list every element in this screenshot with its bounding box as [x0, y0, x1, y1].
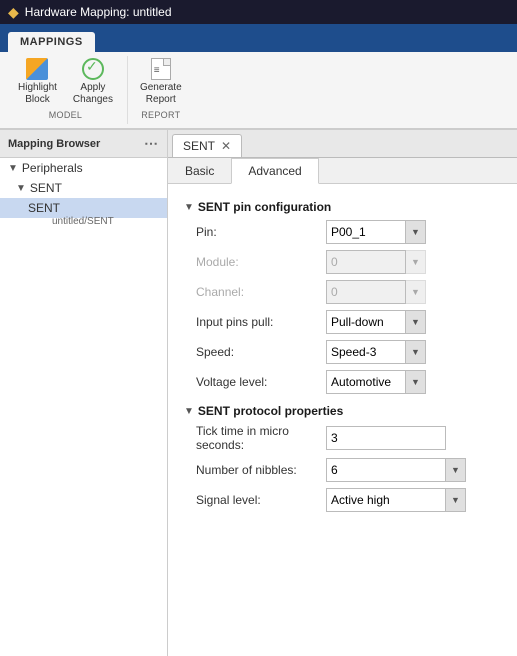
sub-tab-advanced[interactable]: Advanced: [231, 158, 318, 184]
sidebar-item-sent-sublabel: untitled/SENT: [0, 216, 167, 227]
tab-mappings[interactable]: MAPPINGS: [8, 32, 95, 52]
signal-level-btn[interactable]: ▼: [446, 488, 466, 512]
pin-config-arrow: ▼: [184, 202, 194, 213]
model-group-label: MODEL: [49, 110, 83, 120]
voltage-level-select[interactable]: Automotive: [326, 370, 406, 394]
form-content: ▼ SENT pin configuration Pin: P00_1 ▼ Mo…: [168, 184, 517, 656]
model-buttons: HighlightBlock ApplyChanges: [12, 56, 119, 108]
sidebar-item-peripherals[interactable]: ▼ Peripherals: [0, 158, 167, 178]
speed-row: Speed: Speed-3 ▼: [184, 340, 501, 364]
protocol-arrow: ▼: [184, 406, 194, 417]
voltage-level-row: Voltage level: Automotive ▼: [184, 370, 501, 394]
module-label: Module:: [196, 255, 326, 269]
sent-item-label: SENT: [28, 201, 60, 215]
pin-config-title: SENT pin configuration: [198, 200, 331, 214]
input-pins-pull-btn[interactable]: ▼: [406, 310, 426, 334]
num-nibbles-label: Number of nibbles:: [196, 463, 326, 477]
num-nibbles-select[interactable]: 6: [326, 458, 446, 482]
speed-select[interactable]: Speed-3: [326, 340, 406, 364]
sent-tab-close[interactable]: ✕: [221, 139, 231, 153]
voltage-level-label: Voltage level:: [196, 375, 326, 389]
highlight-block-label: HighlightBlock: [18, 82, 57, 106]
speed-control: Speed-3 ▼: [326, 340, 426, 364]
input-pins-pull-select[interactable]: Pull-down: [326, 310, 406, 334]
channel-row: Channel: 0 ▼: [184, 280, 501, 304]
sidebar: Mapping Browser ⋯ ▼ Peripherals ▼ SENT S…: [0, 130, 168, 656]
pin-select-btn[interactable]: ▼: [406, 220, 426, 244]
sent-tab[interactable]: SENT ✕: [172, 134, 242, 157]
module-select-btn: ▼: [406, 250, 426, 274]
num-nibbles-btn[interactable]: ▼: [446, 458, 466, 482]
tick-time-input[interactable]: [326, 426, 446, 450]
sent-pin-config-header: ▼ SENT pin configuration: [184, 200, 501, 214]
highlight-block-icon: [26, 58, 48, 80]
ribbon-group-model: HighlightBlock ApplyChanges MODEL: [8, 56, 128, 124]
apply-changes-icon: [82, 58, 104, 80]
ribbon: MAPPINGS HighlightBlock ApplyChanges MOD…: [0, 24, 517, 130]
generate-report-button[interactable]: GenerateReport: [134, 56, 188, 108]
sidebar-menu-button[interactable]: ⋯: [144, 135, 159, 152]
main-panel: SENT ✕ Basic Advanced ▼ SENT pin configu…: [168, 130, 517, 656]
speed-select-btn[interactable]: ▼: [406, 340, 426, 364]
generate-report-label: GenerateReport: [140, 82, 182, 106]
num-nibbles-row: Number of nibbles: 6 ▼: [184, 458, 501, 482]
generate-report-icon: [151, 58, 171, 80]
signal-level-select[interactable]: Active high: [326, 488, 446, 512]
sub-tab-bar: Basic Advanced: [168, 158, 517, 184]
speed-label: Speed:: [196, 345, 326, 359]
module-control: 0 ▼: [326, 250, 426, 274]
sent-tab-label: SENT: [183, 139, 215, 153]
protocol-title: SENT protocol properties: [198, 404, 343, 418]
ribbon-tab-bar: MAPPINGS: [0, 24, 517, 52]
report-buttons: GenerateReport: [134, 56, 188, 108]
pin-row: Pin: P00_1 ▼: [184, 220, 501, 244]
tick-time-label: Tick time in micro seconds:: [196, 424, 326, 452]
signal-level-row: Signal level: Active high ▼: [184, 488, 501, 512]
report-group-label: REPORT: [141, 110, 180, 120]
apply-changes-button[interactable]: ApplyChanges: [67, 56, 119, 108]
matlab-icon: ◆: [8, 4, 19, 21]
signal-level-label: Signal level:: [196, 493, 326, 507]
highlight-block-button[interactable]: HighlightBlock: [12, 56, 63, 108]
ribbon-group-report: GenerateReport REPORT: [130, 56, 196, 124]
sent-protocol-header: ▼ SENT protocol properties: [184, 404, 501, 418]
input-pins-pull-control: Pull-down ▼: [326, 310, 426, 334]
module-select: 0: [326, 250, 406, 274]
input-pins-pull-row: Input pins pull: Pull-down ▼: [184, 310, 501, 334]
channel-control: 0 ▼: [326, 280, 426, 304]
peripherals-label: Peripherals: [22, 161, 83, 175]
pin-label: Pin:: [196, 225, 326, 239]
apply-changes-label: ApplyChanges: [73, 82, 113, 106]
sidebar-title: Mapping Browser: [8, 138, 100, 150]
main-layout: Mapping Browser ⋯ ▼ Peripherals ▼ SENT S…: [0, 130, 517, 656]
module-row: Module: 0 ▼: [184, 250, 501, 274]
tick-time-row: Tick time in micro seconds:: [184, 424, 501, 452]
num-nibbles-control: 6 ▼: [326, 458, 466, 482]
sidebar-item-sent-group[interactable]: ▼ SENT: [0, 178, 167, 198]
voltage-level-control: Automotive ▼: [326, 370, 426, 394]
channel-select-btn: ▼: [406, 280, 426, 304]
sub-tab-basic[interactable]: Basic: [168, 158, 231, 184]
pin-control: P00_1 ▼: [326, 220, 426, 244]
window-title: Hardware Mapping: untitled: [25, 5, 172, 19]
sidebar-header: Mapping Browser ⋯: [0, 130, 167, 158]
pin-select[interactable]: P00_1: [326, 220, 406, 244]
sent-group-label: SENT: [30, 181, 62, 195]
channel-label: Channel:: [196, 285, 326, 299]
sidebar-item-sent[interactable]: SENT: [0, 198, 167, 218]
signal-level-control: Active high ▼: [326, 488, 466, 512]
voltage-level-btn[interactable]: ▼: [406, 370, 426, 394]
ribbon-content: HighlightBlock ApplyChanges MODEL Genera…: [0, 52, 517, 129]
channel-select: 0: [326, 280, 406, 304]
input-pins-pull-label: Input pins pull:: [196, 315, 326, 329]
peripherals-arrow: ▼: [8, 163, 18, 174]
sent-group-arrow: ▼: [16, 183, 26, 194]
title-bar: ◆ Hardware Mapping: untitled: [0, 0, 517, 24]
tick-time-control: [326, 426, 446, 450]
tab-bar: SENT ✕: [168, 130, 517, 158]
